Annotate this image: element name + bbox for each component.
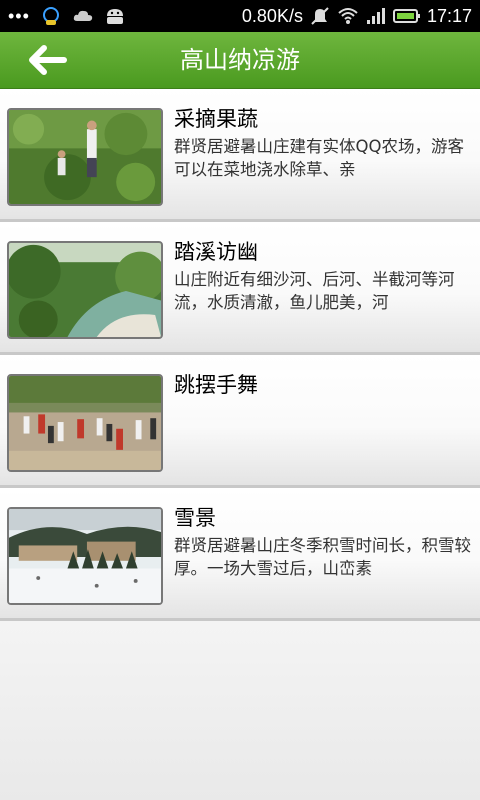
list-item[interactable]: 采摘果蔬 群贤居避暑山庄建有实体QQ农场，游客可以在菜地浇水除草、亲 — [0, 89, 480, 222]
title-bar: 高山纳凉游 — [0, 32, 480, 89]
item-description: 群贤居避暑山庄建有实体QQ农场，游客可以在菜地浇水除草、亲 — [174, 137, 464, 179]
signal-icon — [365, 5, 387, 27]
battery-icon — [392, 5, 421, 27]
list-empty-area — [0, 621, 480, 800]
list-item[interactable]: 雪景 群贤居避暑山庄冬季积雪时间长，积雪较厚。一场大雪过后，山峦素 — [0, 488, 480, 621]
item-description: 群贤居避暑山庄冬季积雪时间长，积雪较厚。一场大雪过后，山峦素 — [174, 536, 471, 578]
chat-bubble-icon — [40, 5, 62, 27]
clock: 17:17 — [426, 5, 472, 26]
activity-list: 采摘果蔬 群贤居避暑山庄建有实体QQ农场，游客可以在菜地浇水除草、亲 踏溪访幽 … — [0, 89, 480, 621]
item-title: 踏溪访幽 — [174, 240, 258, 264]
item-thumbnail — [7, 507, 163, 605]
arrow-left-icon — [29, 45, 67, 75]
mute-icon — [309, 5, 331, 27]
status-bar: ••• 0.80K/s 17:17 — [0, 0, 480, 32]
item-thumbnail — [7, 108, 163, 206]
page-title: 高山纳凉游 — [180, 46, 300, 74]
wifi-icon — [337, 5, 359, 27]
item-title: 采摘果蔬 — [174, 107, 258, 131]
list-item[interactable]: 踏溪访幽 山庄附近有细沙河、后河、半截河等河流，水质清澈，鱼儿肥美，河 — [0, 222, 480, 355]
cloud-icon — [72, 5, 94, 27]
back-button[interactable] — [26, 42, 70, 78]
item-description — [174, 401, 474, 449]
item-thumbnail — [7, 374, 163, 472]
overflow-dots: ••• — [8, 6, 30, 26]
item-title: 雪景 — [174, 506, 216, 530]
list-item[interactable]: 跳摆手舞 — [0, 355, 480, 488]
item-description: 山庄附近有细沙河、后河、半截河等河流，水质清澈，鱼儿肥美，河 — [174, 270, 455, 312]
android-icon — [104, 5, 126, 27]
network-speed: 0.80K/s — [241, 5, 303, 26]
item-title: 跳摆手舞 — [174, 373, 258, 397]
item-thumbnail — [7, 241, 163, 339]
